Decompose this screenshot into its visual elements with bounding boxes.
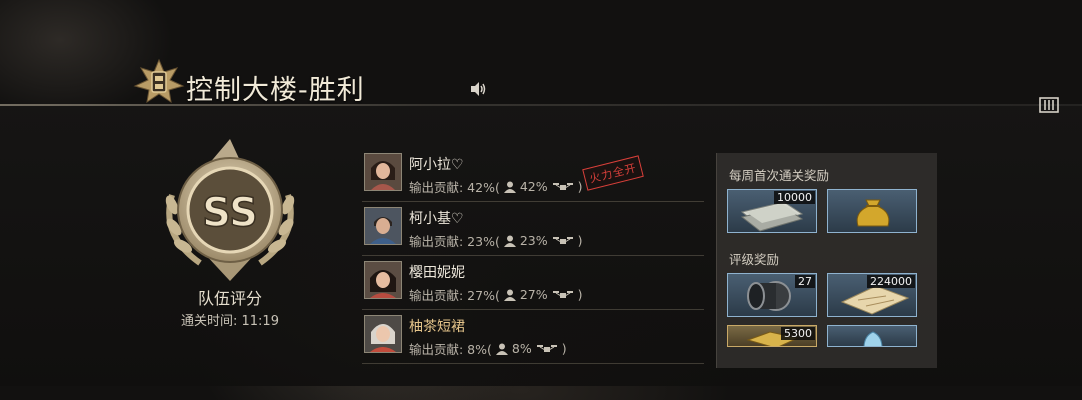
person-icon (503, 181, 516, 193)
crystal-icon (863, 331, 883, 346)
weekly-reward-title: 每周首次通关奖励 (729, 168, 830, 183)
reward-item-goldbar[interactable]: 5300 (727, 325, 817, 347)
soldier-badge-icon (133, 58, 185, 104)
player-name: 阿小拉♡ (409, 157, 464, 173)
team-rating-label: 队伍评分 (197, 289, 262, 308)
item-quantity: 10000 (774, 191, 815, 204)
person-icon (503, 289, 516, 301)
reward-item-cash[interactable]: 10000 (727, 189, 817, 233)
player-avatar (364, 153, 402, 191)
item-quantity: 27 (795, 275, 815, 288)
player-row[interactable]: 柚茶短裙 输出贡献: 8%( 8% ) (362, 310, 704, 364)
item-quantity: 5300 (781, 327, 815, 340)
rank-grade: SS (202, 190, 258, 236)
gold-pouch-icon (856, 199, 890, 227)
item-quantity: 224000 (867, 275, 915, 288)
player-row[interactable]: 柯小基♡ 输出贡献: 23%( 23% ) (362, 202, 704, 256)
player-list: 阿小拉♡ 输出贡献: 42%( 42% ) 火力全开 柯小基♡ 输出贡献: 23… (362, 148, 704, 364)
speaker-icon[interactable] (468, 80, 488, 98)
reward-item-crystal[interactable] (827, 325, 917, 347)
grade-reward-title: 评级奖励 (729, 252, 780, 267)
player-contribution: 输出贡献: 8%( 8% ) (409, 341, 567, 357)
player-row[interactable]: 樱田妮妮 输出贡献: 27%( 27% ) (362, 256, 704, 310)
share-icon[interactable] (1038, 96, 1060, 114)
player-contribution: 输出贡献: 23%( 23% ) (409, 233, 583, 249)
result-header: 控制大楼-胜利 (0, 0, 1082, 106)
player-contribution: 输出贡献: 42%( 42% ) (409, 179, 583, 195)
person-icon (503, 235, 516, 247)
drone-icon (552, 236, 573, 244)
player-avatar (364, 315, 402, 353)
player-avatar (364, 261, 402, 299)
drone-icon (552, 290, 573, 298)
player-name: 柯小基♡ (409, 211, 464, 227)
drone-icon (536, 344, 557, 352)
reward-item-tire[interactable]: 27 (727, 273, 817, 317)
drone-icon (552, 182, 573, 190)
person-icon (495, 343, 508, 355)
reward-item-blueprint[interactable]: 224000 (827, 273, 917, 317)
player-name: 柚茶短裙 (409, 319, 465, 335)
reward-item-pouch[interactable] (827, 189, 917, 233)
ss-rank-emblem-icon: SS (165, 139, 295, 281)
player-avatar (364, 207, 402, 245)
mvp-stamp: 火力全开 (582, 155, 644, 191)
player-name: 樱田妮妮 (409, 265, 465, 281)
player-contribution: 输出贡献: 27%( 27% ) (409, 287, 583, 303)
rewards-panel: 每周首次通关奖励 10000 评级奖励 27 224000 5300 (716, 153, 937, 368)
clear-time: 通关时间: 11:19 (181, 314, 279, 329)
page-title: 控制大楼-胜利 (186, 75, 365, 106)
player-row[interactable]: 阿小拉♡ 输出贡献: 42%( 42% ) 火力全开 (362, 148, 704, 202)
